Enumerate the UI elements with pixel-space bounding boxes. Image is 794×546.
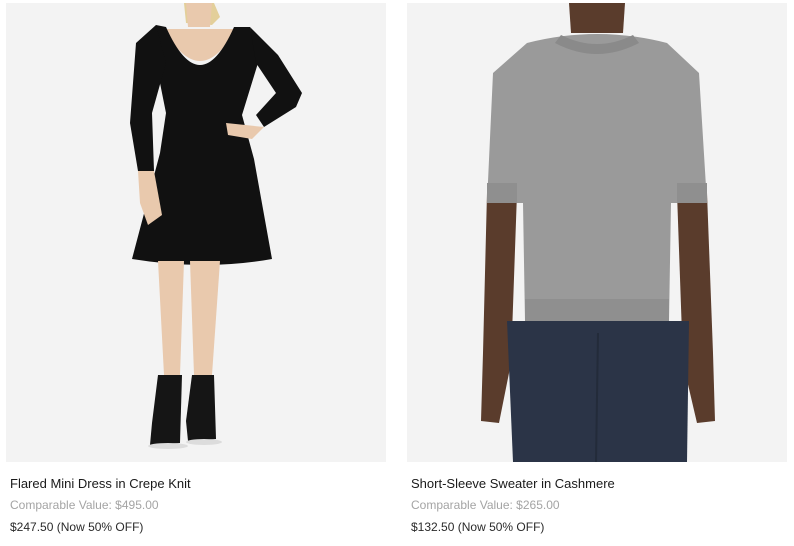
comparable-value: Comparable Value: $265.00 [411, 498, 560, 512]
discount-label: (Now 50% OFF) [56, 520, 144, 534]
product-price: $132.50 (Now 50% OFF) [407, 520, 787, 535]
product-card-sweater[interactable]: Short-Sleeve Sweater in Cashmere Compara… [407, 3, 787, 535]
sale-price: $132.50 [411, 520, 455, 534]
comparable-value: Comparable Value: $495.00 [10, 498, 159, 512]
product-title[interactable]: Short-Sleeve Sweater in Cashmere [407, 476, 787, 492]
discount-label: (Now 50% OFF) [457, 520, 545, 534]
product-price: $247.50 (Now 50% OFF) [6, 520, 386, 535]
product-card-dress[interactable]: Flared Mini Dress in Crepe Knit Comparab… [6, 3, 386, 535]
product-title[interactable]: Flared Mini Dress in Crepe Knit [6, 476, 386, 492]
sale-price: $247.50 [10, 520, 54, 534]
product-image-sweater[interactable] [407, 3, 787, 462]
dress-product-image [6, 3, 386, 462]
sweater-product-image [407, 3, 787, 462]
product-image-dress[interactable] [6, 3, 386, 462]
